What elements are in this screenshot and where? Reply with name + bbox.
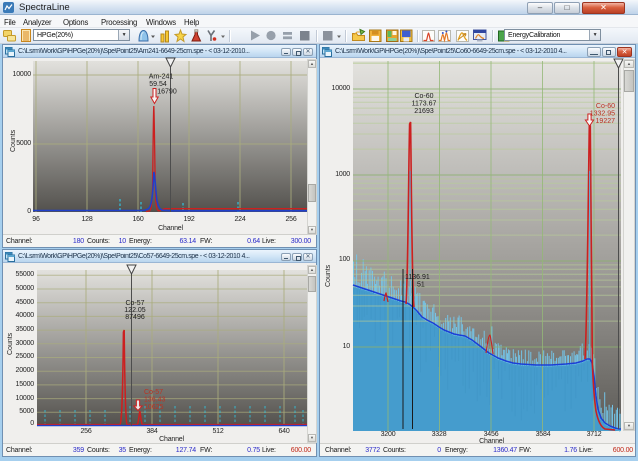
- svg-text:Am-241: Am-241: [149, 74, 174, 81]
- svg-text:59.54: 59.54: [149, 81, 167, 88]
- svg-text:122.05: 122.05: [124, 307, 146, 314]
- svg-text:16790: 16790: [157, 89, 177, 96]
- svg-text:Co-60: Co-60: [414, 93, 433, 100]
- svg-text:Co-57: Co-57: [125, 300, 144, 307]
- svg-text:10625: 10625: [144, 404, 164, 411]
- svg-text:1173.67: 1173.67: [412, 101, 437, 108]
- svg-text:19227: 19227: [596, 118, 616, 125]
- svg-text:51: 51: [417, 282, 425, 289]
- svg-text:1332.95: 1332.95: [590, 111, 615, 118]
- svg-text:87496: 87496: [125, 314, 145, 321]
- svg-text:Co-57: Co-57: [144, 389, 163, 396]
- svg-text:136.43: 136.43: [144, 397, 166, 404]
- svg-text:1136.91: 1136.91: [405, 274, 430, 281]
- svg-text:21693: 21693: [414, 108, 434, 115]
- svg-text:Co-60: Co-60: [596, 103, 615, 110]
